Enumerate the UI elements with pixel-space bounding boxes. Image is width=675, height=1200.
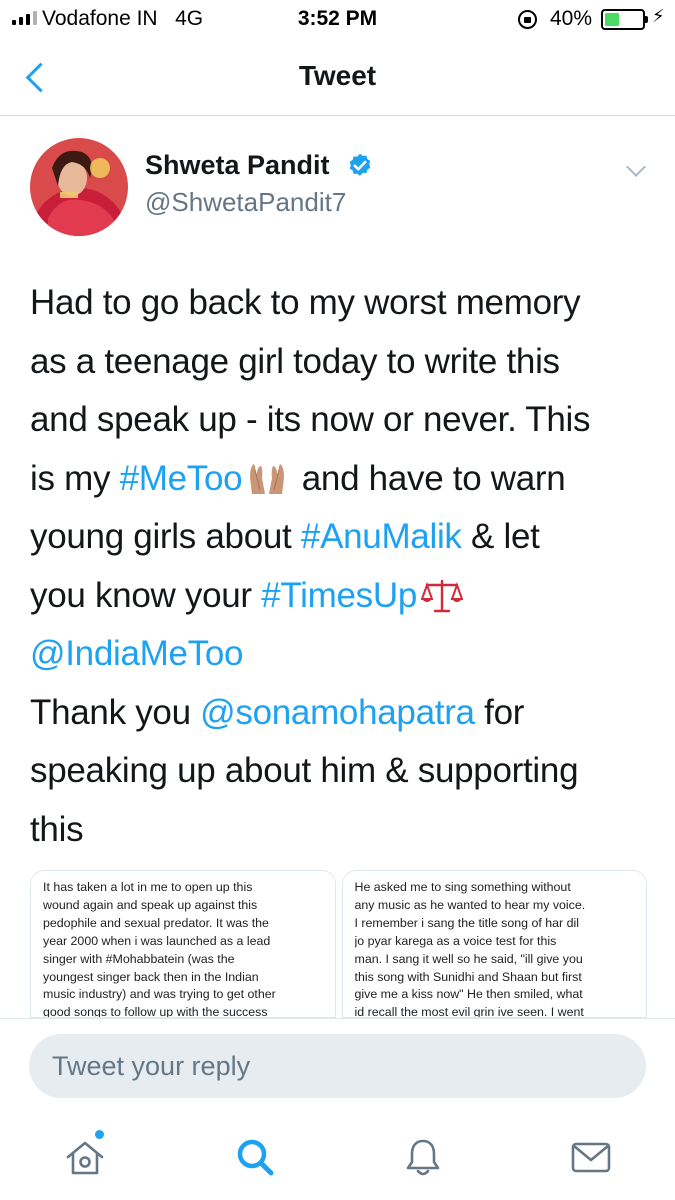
tweet-image-2[interactable]: He asked me to sing something without any… [341,870,647,1018]
status-bar: Vodafone IN 4G 3:52 PM 40% ⚡ [0,0,675,40]
search-tab[interactable] [233,1135,277,1179]
tweet-text-span: and have to warn [292,458,566,498]
notifications-icon [406,1139,440,1176]
battery-level [605,13,620,26]
home-tab[interactable] [63,1135,107,1179]
image-text-line: music industry) and was trying to get ot… [43,987,276,1002]
tweet-text-line: young girls about #AnuMalik & let [30,508,655,567]
raised-hands-emoji-icon [246,456,288,494]
tweet-text-line: you know your #TimesUp [30,567,655,626]
image-text-line: give me a kiss now" He then smiled, what [354,987,583,1002]
image-text-line: I remember i sang the title song of har … [354,915,580,930]
tweet-text-line: Thank you @sonamohapatra for [30,684,655,743]
tweet-text: Had to go back to my worst memory as a te… [30,274,655,859]
messages-tab[interactable] [569,1135,613,1179]
tweet-image-1[interactable]: It has taken a lot in me to open up this… [30,870,336,1018]
tweet-text-span: speaking up about him & supporting [30,751,579,790]
tweet-text-line: and speak up - its now or never. This [30,391,655,450]
tweet-text-span: Thank you [30,692,201,732]
navigation-bar: Tweet [0,40,675,116]
tweet-text-line: speaking up about him & supporting [30,742,655,801]
author-name[interactable]: Shweta Pandit [145,150,330,181]
tweet-text-line: this [30,801,655,860]
image-text-line: this song with Sunidhi and Shaan but fir… [354,969,582,984]
tweet-text-span: as a teenage girl today to write this [30,341,560,381]
image-text-line: year 2000 when i was launched as a lead [43,933,271,948]
tweet-text-span: Had to go back to my worst memory [30,283,581,322]
battery-icon [601,9,648,30]
author-handle[interactable]: @ShwetaPandit7 [145,187,346,218]
tweet-text-span: for [474,692,525,732]
image-text-line: It has taken a lot in me to open up this [43,880,253,894]
image-text-line: any music as he wanted to hear my voice. [354,897,586,912]
tweet-text-line: is my #MeToo and have to warn [30,450,655,509]
battery-percent: 40% [550,7,593,30]
image-text-line: He asked me to sing something without [354,880,571,894]
hashtag-link[interactable]: #MeToo [120,459,243,498]
home-icon [66,1141,104,1175]
tweet-text-span: & let [461,517,540,556]
tweet-text-span: young girls about [30,517,301,556]
reply-input[interactable]: Tweet your reply [29,1034,646,1098]
tweet-media: It has taken a lot in me to open up this… [30,870,647,1018]
new-content-indicator [95,1130,104,1139]
search-icon [237,1139,274,1176]
tweet-text-line: Had to go back to my worst memory [30,274,655,333]
notifications-tab[interactable] [401,1135,445,1179]
tweet-text-line: as a teenage girl today to write this [30,333,655,392]
image-text-line: man. I sang it well so he said, "ill giv… [354,951,583,966]
mention-link[interactable]: @IndiaMeToo [30,634,243,673]
image-text-line: wound again and speak up against this [43,897,258,912]
verified-badge-icon [349,153,371,176]
reply-bar: Tweet your reply [0,1018,675,1113]
hashtag-link[interactable]: #AnuMalik [301,517,462,556]
tweet-text-span: this [30,809,84,849]
image-text-line: pedophile and sexual predator. It was th… [43,915,269,930]
mention-link[interactable]: @sonamohapatra [200,693,475,732]
image-text-line: id recall the most evil grin ive seen. I… [354,1005,584,1018]
avatar[interactable] [30,138,128,236]
image-text-line: youngest singer back then in the Indian [43,969,259,984]
tab-bar [0,1113,675,1200]
image-text-line: good songs to follow up with the success [43,1005,268,1018]
page-title: Tweet [298,60,377,91]
orientation-lock-icon [518,10,537,29]
tweet-text-span: you know your [30,575,262,615]
hashtag-link[interactable]: #TimesUp [261,576,417,615]
scales-emoji-icon [420,573,464,612]
messages-icon [571,1142,611,1173]
tweet-text-span: is my [30,458,120,498]
image-text-line: singer with #Mohabbatein (was the [43,951,235,966]
tweet-text-span: and speak up - its now or never. This [30,400,591,439]
tweet-options-chevron-icon[interactable] [624,160,650,180]
tweet-text-line: @IndiaMeToo [30,625,655,684]
image-text-line: jo pyar karega as a voice test for this [354,933,557,948]
charging-bolt-icon: ⚡ [652,6,665,26]
